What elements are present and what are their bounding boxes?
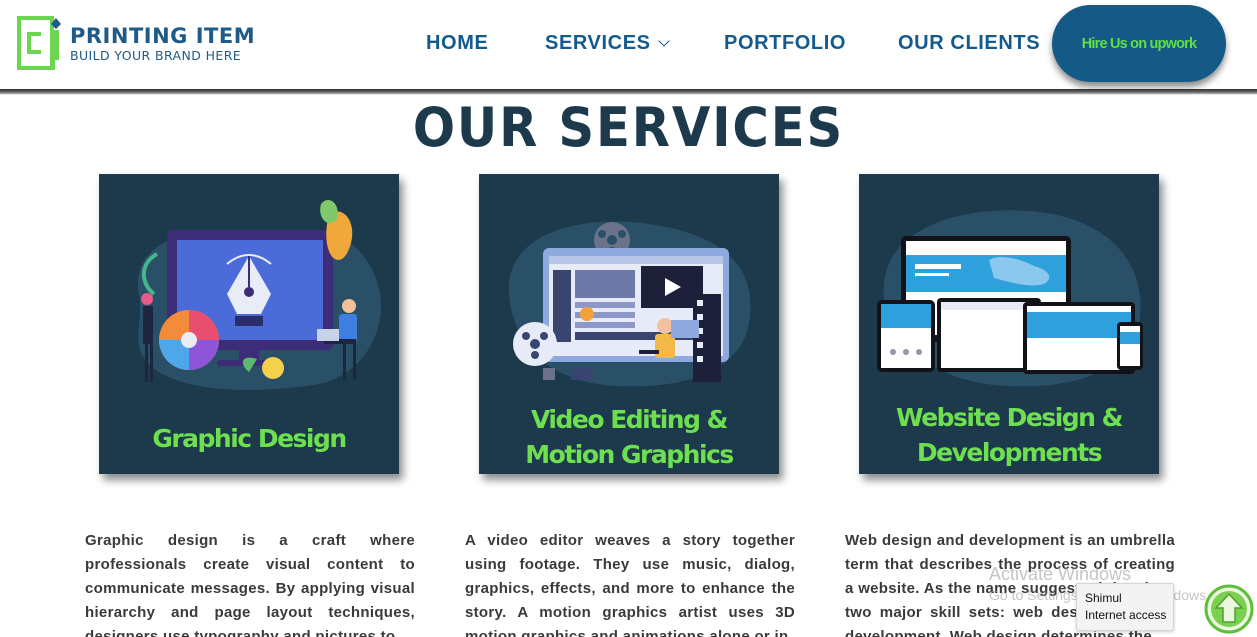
card-label-line: Motion Graphics xyxy=(525,440,734,469)
chevron-down-icon xyxy=(657,35,670,47)
network-tooltip: Shimul Internet access xyxy=(1076,583,1174,631)
header-divider xyxy=(0,89,1257,95)
service-description-graphic-design: Graphic design is a craft where professi… xyxy=(85,532,415,637)
tooltip-network-status: Internet access xyxy=(1085,608,1167,622)
card-label: Graphic Design xyxy=(99,421,399,456)
activate-windows-watermark: Activate Windows xyxy=(989,564,1132,584)
logo-mark-icon xyxy=(17,16,61,70)
site-header: PRINTING ITEM BUILD YOUR BRAND HERE HOME… xyxy=(0,0,1257,89)
scroll-to-top-arrow-icon[interactable] xyxy=(1204,584,1254,634)
nav-services-label: SERVICES xyxy=(545,32,651,54)
service-card-website-design[interactable]: Website Design & Developments xyxy=(859,174,1159,474)
card-label-line: Graphic Design xyxy=(152,424,347,453)
card-label-line: Developments xyxy=(916,438,1103,467)
card-label-line: Video Editing & xyxy=(531,405,728,434)
service-card-graphic-design[interactable]: Graphic Design xyxy=(99,174,399,474)
nav-portfolio[interactable]: PORTFOLIO xyxy=(724,32,846,56)
section-title: OUR SERVICES xyxy=(412,96,845,159)
service-card-video-editing[interactable]: Video Editing & Motion Graphics xyxy=(479,174,779,474)
hire-us-label: Hire Us on upwork xyxy=(1081,35,1197,52)
hire-us-button[interactable]: Hire Us on upwork xyxy=(1052,5,1226,82)
card-label: Website Design & Developments xyxy=(859,400,1159,470)
nav-home[interactable]: HOME xyxy=(426,32,488,56)
service-description-video-editing: A video editor weaves a story together u… xyxy=(465,532,795,637)
site-logo[interactable]: PRINTING ITEM BUILD YOUR BRAND HERE xyxy=(17,16,255,72)
logo-tagline: BUILD YOUR BRAND HERE xyxy=(70,48,242,63)
nav-our-clients[interactable]: OUR CLIENTS xyxy=(898,32,1040,56)
card-label-line: Website Design & xyxy=(896,403,1123,432)
tooltip-network-name: Shimul xyxy=(1085,591,1122,605)
nav-services[interactable]: SERVICES xyxy=(545,32,670,56)
logo-title: PRINTING ITEM xyxy=(70,24,256,48)
card-label: Video Editing & Motion Graphics xyxy=(479,402,779,472)
